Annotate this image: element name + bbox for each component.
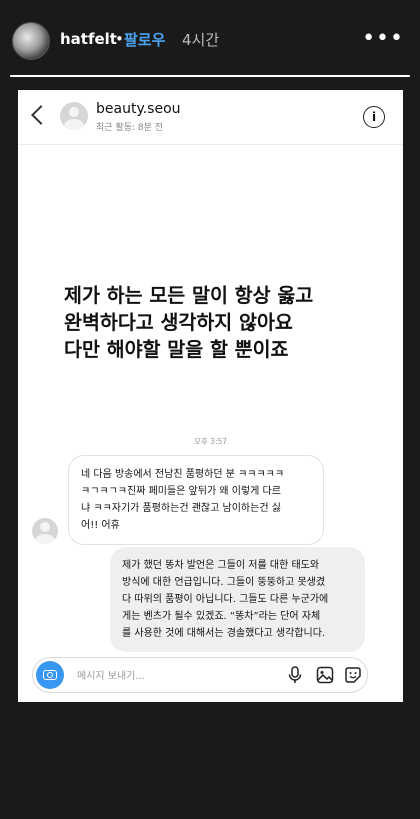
message-composer <box>32 657 368 693</box>
header-divider <box>18 144 403 145</box>
story-progress-fill <box>10 75 410 77</box>
story-username[interactable]: hatfelt <box>60 30 117 48</box>
dm-screenshot: beauty.seou 최근 활동: 8분 전 i 제가 하는 모든 말이 항상… <box>18 90 403 702</box>
separator-dot: • <box>115 30 124 48</box>
back-icon[interactable] <box>31 105 51 125</box>
sender-avatar[interactable] <box>32 518 58 544</box>
message-line: 방식에 대한 언급입니다. 그들이 뚱뚱하고 못생겼 <box>122 577 326 588</box>
more-options-icon[interactable]: ••• <box>362 26 404 51</box>
image-icon[interactable] <box>315 665 335 685</box>
message-line: 냐 ㅋㅋ자기가 품평하는건 괜찮고 남이하는건 싫 <box>81 503 281 514</box>
contact-name[interactable]: beauty.seou <box>96 101 181 117</box>
quote-text: 제가 하는 모든 말이 항상 옳고 완벽하다고 생각하지 않아요 다만 해야할 … <box>64 282 364 363</box>
microphone-icon[interactable] <box>285 665 305 685</box>
story-avatar[interactable] <box>12 22 50 60</box>
message-input[interactable] <box>75 664 259 688</box>
story-header: hatfelt • 팔로우 4시간 ••• <box>0 18 420 62</box>
incoming-message-bubble[interactable]: 네 다음 방송에서 전남친 품평하던 분 ㅋㅋㅋㅋㅋ ㅋㄱㅋㄱㅋ진짜 페미들은 … <box>68 455 324 545</box>
follow-button[interactable]: 팔로우 <box>124 29 165 50</box>
story-time-ago: 4시간 <box>182 31 220 49</box>
contact-status: 최근 활동: 8분 전 <box>96 123 164 133</box>
message-line: ㅋㄱㅋㄱㅋ진짜 페미들은 앞뒤가 왜 이렇게 다르 <box>81 486 281 497</box>
quote-line: 완벽하다고 생각하지 않아요 <box>64 311 293 334</box>
message-line: 다 따위의 품평이 아닙니다. 그들도 다른 누군가에 <box>122 594 329 605</box>
contact-avatar[interactable] <box>60 102 88 130</box>
message-line: 게는 벤츠가 될수 있겠죠. “똥차”라는 단어 자체 <box>122 611 321 622</box>
message-line: 제가 했던 똥차 발언은 그들이 저를 대한 태도와 <box>122 560 320 571</box>
quote-line: 제가 하는 모든 말이 항상 옳고 <box>64 284 314 307</box>
message-line: 네 다음 방송에서 전남친 품평하던 분 ㅋㅋㅋㅋㅋ <box>81 469 285 480</box>
message-line: 어!! 어휴 <box>81 520 120 531</box>
sticker-icon[interactable] <box>343 665 363 685</box>
camera-icon[interactable] <box>36 661 64 689</box>
quote-line: 다만 해야할 말을 할 뿐이죠 <box>64 338 289 361</box>
message-timestamp: 오후 3:57 <box>193 437 228 446</box>
info-icon[interactable]: i <box>363 106 385 128</box>
outgoing-message-bubble[interactable]: 제가 했던 똥차 발언은 그들이 저를 대한 태도와 방식에 대한 언급입니다.… <box>110 547 365 652</box>
story-progress-bar <box>10 75 410 77</box>
message-line: 를 사용한 것에 대해서는 경솔했다고 생각합니다. <box>122 628 326 639</box>
